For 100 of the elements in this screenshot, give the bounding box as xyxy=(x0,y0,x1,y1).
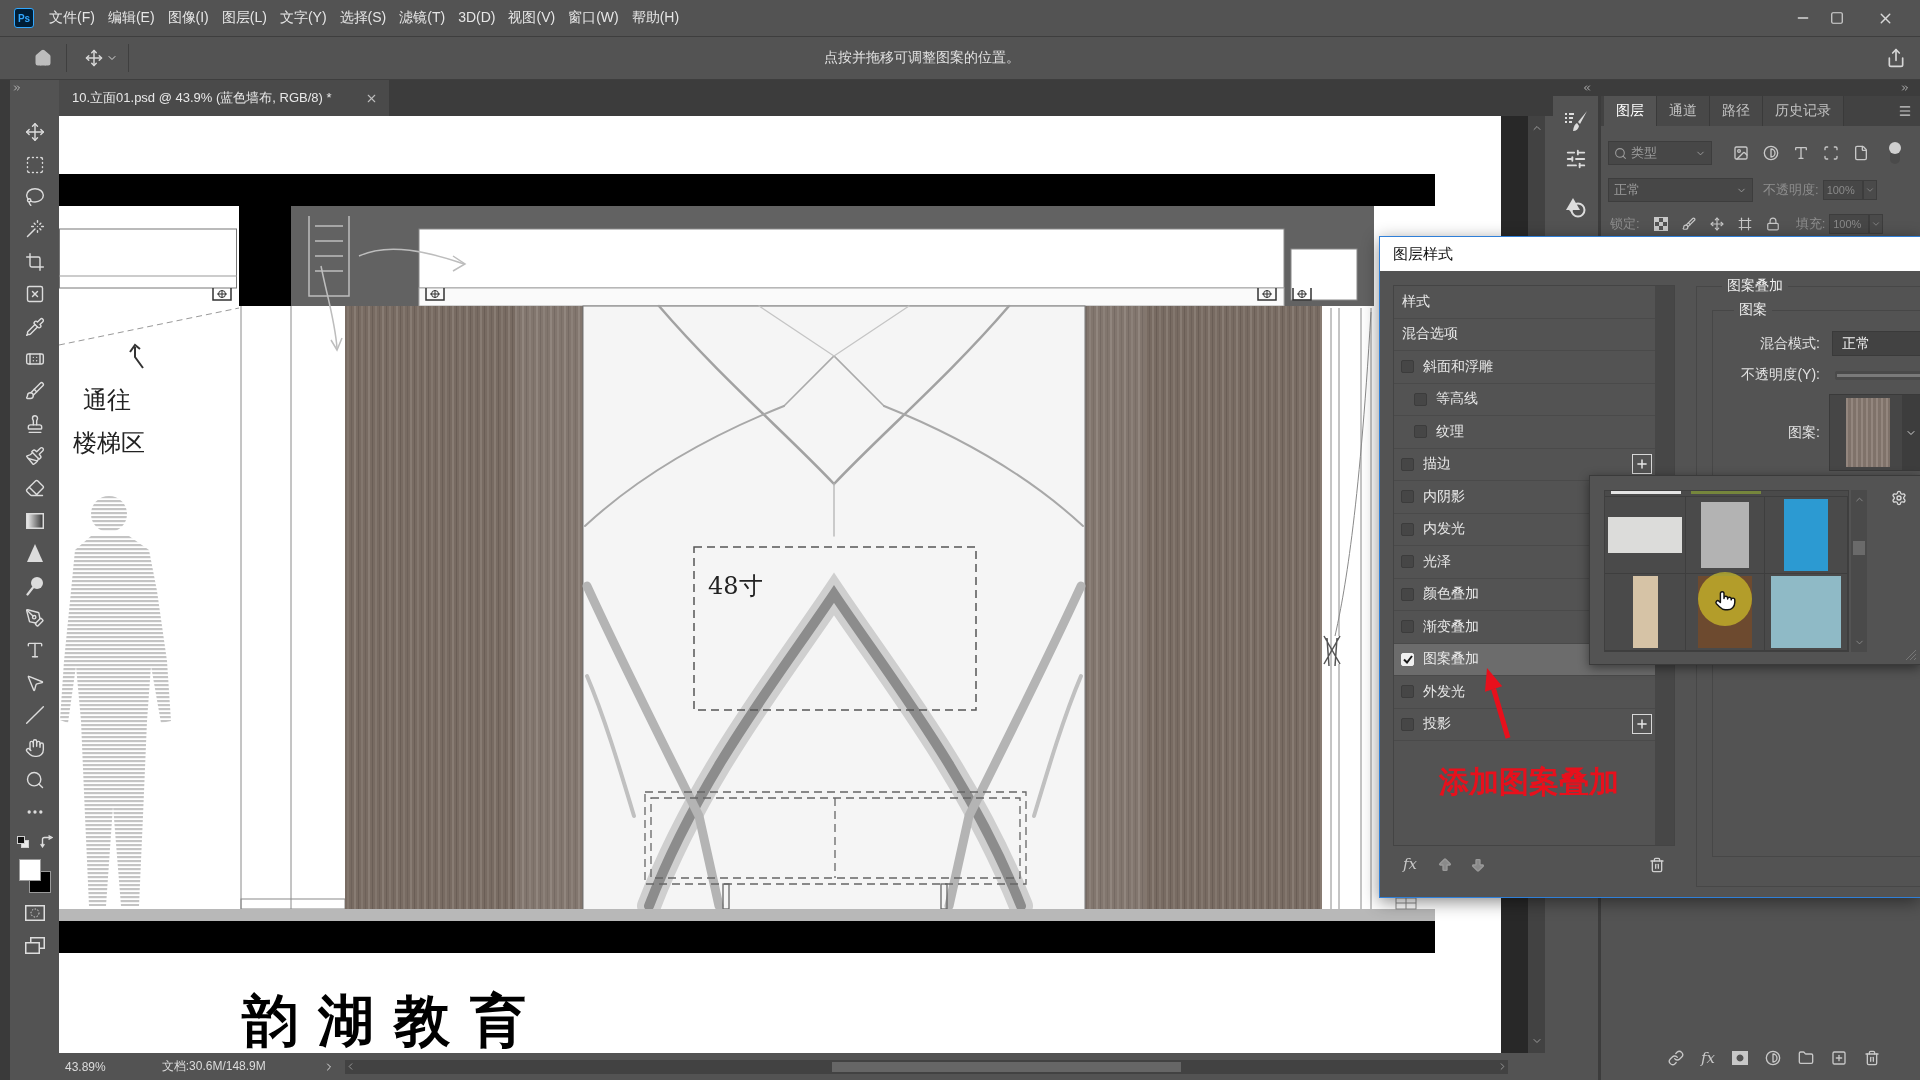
brush-icon[interactable] xyxy=(24,381,45,402)
panel-tab[interactable]: 通道 xyxy=(1657,96,1710,126)
chevrons-right-icon[interactable] xyxy=(12,83,22,93)
triangle-icon[interactable] xyxy=(26,544,43,563)
shapes-icon[interactable] xyxy=(1564,198,1587,218)
plus-icon xyxy=(1635,717,1649,732)
eyedropper-icon[interactable] xyxy=(24,316,45,337)
document-tab[interactable]: 10.立面01.psd @ 43.9% (蓝色墙布, RGB/8) * xyxy=(59,80,389,116)
scroll-thumb[interactable] xyxy=(831,1061,1181,1072)
share-icon[interactable] xyxy=(1886,48,1906,68)
lasso-icon[interactable] xyxy=(24,186,45,207)
scroll-thumb[interactable] xyxy=(1853,541,1865,555)
group-title: 图案 xyxy=(1738,301,1768,319)
eraser-icon[interactable] xyxy=(24,478,45,499)
menu-item[interactable]: 滤镜(T) xyxy=(399,9,446,27)
lock-icon[interactable] xyxy=(1765,217,1780,231)
stairs-label: 通往 xyxy=(83,386,131,414)
type-icon[interactable] xyxy=(1793,145,1809,161)
corners-icon[interactable] xyxy=(1823,145,1839,161)
checker-icon[interactable] xyxy=(1653,217,1668,231)
hint-text: 点按并拖移可调整图案的位置。 xyxy=(824,49,1020,67)
color-swatches-icon[interactable] xyxy=(18,858,51,893)
ceiling-light-icon xyxy=(425,287,445,301)
chevrons-right-icon[interactable] xyxy=(1900,83,1910,93)
sliders-icon[interactable] xyxy=(1564,148,1587,170)
pattern-swatch[interactable] xyxy=(1608,517,1682,553)
trash-icon[interactable] xyxy=(1649,856,1665,873)
effects-button[interactable]: fx xyxy=(1701,1050,1715,1066)
turn-arrow-icon xyxy=(129,343,144,369)
move-icon[interactable] xyxy=(85,49,103,67)
menu-item[interactable]: 帮助(H) xyxy=(631,9,680,27)
default-colors-icon[interactable] xyxy=(16,835,29,848)
folder-icon[interactable] xyxy=(1798,1050,1814,1066)
crossed-frame-icon[interactable] xyxy=(24,284,45,305)
panel-tab[interactable]: 图层 xyxy=(1604,96,1657,126)
pattern-swatch[interactable] xyxy=(1698,576,1752,648)
settings-icon[interactable] xyxy=(1891,490,1907,506)
half-circle-icon[interactable] xyxy=(1763,145,1779,161)
effects-button[interactable]: fx xyxy=(1403,857,1417,872)
zoom-icon[interactable] xyxy=(24,770,45,790)
panel-tab[interactable]: 历史记录 xyxy=(1763,96,1844,126)
pattern-swatch[interactable] xyxy=(1632,576,1658,648)
paintbrush-icon[interactable] xyxy=(24,446,45,467)
brush-icon[interactable] xyxy=(1681,217,1696,231)
link-icon[interactable] xyxy=(1668,1050,1684,1066)
arrow-up-icon[interactable] xyxy=(1437,856,1453,873)
pattern-swatch[interactable] xyxy=(1771,576,1841,648)
add-button[interactable] xyxy=(1632,454,1652,475)
menu-item[interactable]: 选择(S) xyxy=(339,9,387,27)
pattern-preview[interactable] xyxy=(1829,394,1920,471)
picker-scrollbar[interactable] xyxy=(1851,490,1867,652)
arrow-down-icon[interactable] xyxy=(1470,856,1486,873)
menu-item[interactable]: 视图(V) xyxy=(508,9,556,27)
pattern-swatch[interactable] xyxy=(1784,499,1828,571)
lollipop-icon[interactable] xyxy=(25,575,44,596)
menu-item[interactable]: 3D(D) xyxy=(458,9,496,27)
move-icon[interactable] xyxy=(24,122,45,143)
move-icon[interactable] xyxy=(1709,217,1724,231)
soffit-panel xyxy=(1290,248,1358,301)
swap-arrows-icon[interactable] xyxy=(39,835,53,849)
resize-grip-icon[interactable] xyxy=(1906,650,1916,660)
toggle-icon[interactable] xyxy=(1889,142,1901,164)
file-icon[interactable] xyxy=(1853,145,1869,161)
gradient-icon[interactable] xyxy=(25,512,44,529)
magic-wand-icon[interactable] xyxy=(24,219,45,240)
menu-item[interactable]: 文字(Y) xyxy=(279,9,327,27)
trash-icon[interactable] xyxy=(1864,1050,1880,1066)
menu-item[interactable]: 文件(F) xyxy=(49,9,95,27)
screen-mode-icon[interactable] xyxy=(24,936,45,954)
crop-icon[interactable] xyxy=(24,251,45,272)
filter-dropdown[interactable]: 类型 xyxy=(1608,141,1712,165)
pen-icon[interactable] xyxy=(24,608,45,629)
menu-item[interactable]: 编辑(E) xyxy=(107,9,155,27)
ceiling-light-icon xyxy=(1292,287,1312,301)
annotation-text: 添加图案叠加 xyxy=(1439,763,1619,801)
blend-mode-dropdown[interactable]: 正常 xyxy=(1608,178,1753,202)
panel-tab[interactable]: 路径 xyxy=(1710,96,1763,126)
image-icon[interactable] xyxy=(1733,145,1749,161)
menu-icon[interactable] xyxy=(1898,104,1912,118)
blend-mode-dropdown[interactable]: 正常 xyxy=(1832,331,1920,356)
quick-mask-icon[interactable] xyxy=(24,904,45,921)
half-circle-icon[interactable] xyxy=(1765,1050,1781,1066)
menu-item[interactable]: 窗口(W) xyxy=(568,9,619,27)
plus-square-icon[interactable] xyxy=(1831,1050,1847,1066)
line-icon[interactable] xyxy=(24,705,45,726)
menu-item[interactable]: 图像(I) xyxy=(167,9,209,27)
dashed-rectangle-icon[interactable] xyxy=(24,154,45,175)
pattern-swatch[interactable] xyxy=(1610,491,1681,494)
pattern-swatch[interactable] xyxy=(1690,491,1761,494)
brush-list-icon[interactable] xyxy=(1564,111,1587,131)
maximize-icon[interactable] xyxy=(1830,11,1844,25)
hash-frame-icon[interactable] xyxy=(1737,217,1752,231)
pattern-swatch[interactable] xyxy=(1701,502,1749,568)
chevrons-left-icon[interactable] xyxy=(1582,83,1592,93)
home-icon[interactable] xyxy=(34,49,52,67)
horizontal-scrollbar[interactable] xyxy=(344,1059,1508,1074)
add-button[interactable] xyxy=(1632,714,1652,735)
hand-icon[interactable] xyxy=(24,737,45,758)
menu-item[interactable]: 图层(L) xyxy=(221,9,267,27)
field-label: 图案: xyxy=(1787,423,1820,442)
